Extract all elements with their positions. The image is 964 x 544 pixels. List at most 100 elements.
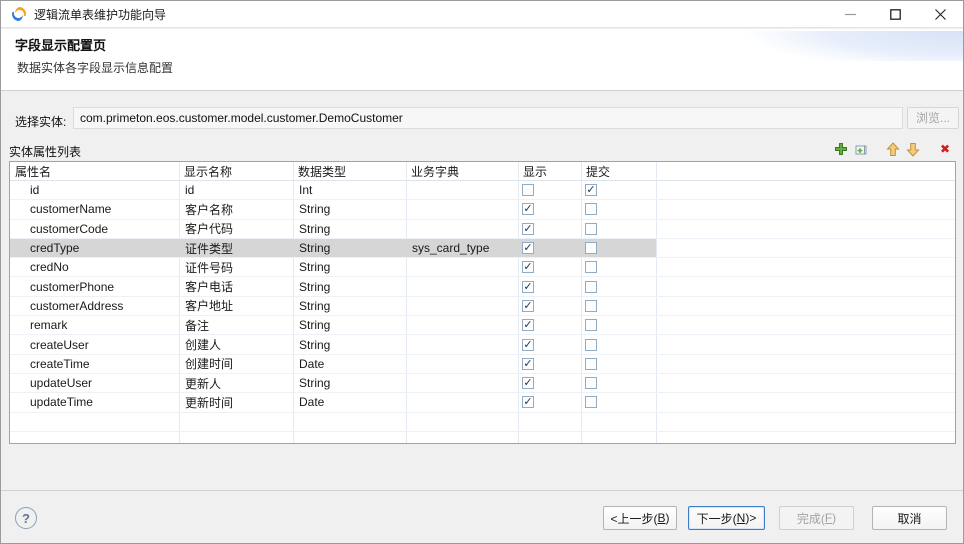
table-rows: ididIntcustomerName客户名称StringcustomerCod… xyxy=(10,181,955,432)
table-row[interactable]: createTime创建时间Date xyxy=(10,355,955,374)
show-checkbox[interactable] xyxy=(522,358,534,370)
show-checkbox[interactable] xyxy=(522,377,534,389)
dictionary-cell xyxy=(406,374,518,392)
window-controls xyxy=(828,1,963,28)
insert-row-button[interactable] xyxy=(853,141,869,157)
table-row[interactable]: credNo证件号码String xyxy=(10,258,955,277)
dictionary-cell xyxy=(406,297,518,315)
table-row[interactable]: customerName客户名称String xyxy=(10,200,955,219)
move-down-button[interactable] xyxy=(905,141,921,157)
table-row[interactable]: credType证件类型Stringsys_card_type xyxy=(10,239,955,258)
property-name-cell: createTime xyxy=(10,355,179,373)
show-checkbox[interactable] xyxy=(522,242,534,254)
column-header-submit[interactable]: 提交 xyxy=(581,162,656,180)
show-cell xyxy=(518,239,581,257)
data-type-cell: String xyxy=(293,277,406,295)
show-checkbox[interactable] xyxy=(522,203,534,215)
wizard-dialog: 逻辑流单表维护功能向导 字段显示配置页 数据实体各字段显示信息配置 选择实体: … xyxy=(0,0,964,544)
empty-row xyxy=(10,413,955,432)
dictionary-cell xyxy=(406,355,518,373)
show-checkbox[interactable] xyxy=(522,184,534,196)
delete-row-button[interactable]: ✖ xyxy=(937,141,953,157)
table-row[interactable]: updateTime更新时间Date xyxy=(10,393,955,412)
maximize-button[interactable] xyxy=(873,1,918,28)
show-checkbox[interactable] xyxy=(522,223,534,235)
submit-checkbox[interactable] xyxy=(585,358,597,370)
maximize-icon xyxy=(890,9,901,20)
show-cell xyxy=(518,374,581,392)
back-button[interactable]: <上一步(B) xyxy=(603,506,677,530)
submit-checkbox[interactable] xyxy=(585,396,597,408)
property-name-cell: credType xyxy=(10,239,179,257)
data-type-cell: String xyxy=(293,374,406,392)
show-checkbox[interactable] xyxy=(522,261,534,273)
dictionary-cell xyxy=(406,316,518,334)
column-header-data-type[interactable]: 数据类型 xyxy=(293,162,406,180)
next-button[interactable]: 下一步(N)> xyxy=(688,506,765,530)
next-label: 下一步( xyxy=(697,510,737,527)
show-cell xyxy=(518,355,581,373)
submit-checkbox[interactable] xyxy=(585,281,597,293)
column-header-filler xyxy=(656,162,955,180)
submit-checkbox[interactable] xyxy=(585,339,597,351)
dictionary-cell xyxy=(406,258,518,276)
submit-cell xyxy=(581,316,656,334)
move-down-icon xyxy=(906,142,920,157)
submit-cell xyxy=(581,258,656,276)
property-name-cell: updateTime xyxy=(10,393,179,411)
row-filler xyxy=(656,355,955,373)
data-type-cell: Date xyxy=(293,393,406,411)
cancel-button[interactable]: 取消 xyxy=(872,506,947,530)
close-button[interactable] xyxy=(918,1,963,28)
submit-checkbox[interactable] xyxy=(585,319,597,331)
table-row[interactable]: updateUser更新人String xyxy=(10,374,955,393)
table-row[interactable]: ididInt xyxy=(10,181,955,200)
submit-cell xyxy=(581,200,656,218)
show-cell xyxy=(518,181,581,199)
show-checkbox[interactable] xyxy=(522,339,534,351)
column-header-dictionary[interactable]: 业务字典 xyxy=(406,162,518,180)
table-row[interactable]: customerPhone客户电话String xyxy=(10,277,955,296)
submit-cell xyxy=(581,181,656,199)
show-cell xyxy=(518,220,581,238)
table-row[interactable]: customerCode客户代码String xyxy=(10,220,955,239)
table-row[interactable]: remark备注String xyxy=(10,316,955,335)
entity-input[interactable] xyxy=(73,107,903,129)
add-row-button[interactable] xyxy=(833,141,849,157)
browse-button[interactable]: 浏览... xyxy=(907,107,959,129)
submit-cell xyxy=(581,220,656,238)
move-up-button[interactable] xyxy=(885,141,901,157)
minimize-button[interactable] xyxy=(828,1,873,28)
back-label: <上一步( xyxy=(610,510,657,527)
column-header-property-name[interactable]: 属性名 xyxy=(10,162,179,180)
submit-checkbox[interactable] xyxy=(585,184,597,196)
submit-checkbox[interactable] xyxy=(585,242,597,254)
column-header-show[interactable]: 显示 xyxy=(518,162,581,180)
row-filler xyxy=(656,335,955,353)
back-label-end: ) xyxy=(666,511,670,525)
show-cell xyxy=(518,258,581,276)
column-header-display-name[interactable]: 显示名称 xyxy=(179,162,293,180)
show-checkbox[interactable] xyxy=(522,319,534,331)
show-checkbox[interactable] xyxy=(522,281,534,293)
banner-decoration xyxy=(733,31,963,61)
display-name-cell: 创建时间 xyxy=(179,355,293,373)
submit-checkbox[interactable] xyxy=(585,203,597,215)
property-name-cell: id xyxy=(10,181,179,199)
data-type-cell: String xyxy=(293,220,406,238)
submit-checkbox[interactable] xyxy=(585,377,597,389)
submit-checkbox[interactable] xyxy=(585,261,597,273)
table-row[interactable]: createUser创建人String xyxy=(10,335,955,354)
dictionary-cell xyxy=(406,335,518,353)
close-icon xyxy=(935,9,946,20)
property-list-caption: 实体属性列表 xyxy=(9,143,81,160)
show-checkbox[interactable] xyxy=(522,396,534,408)
help-button[interactable]: ? xyxy=(15,507,37,529)
table-row[interactable]: customerAddress客户地址String xyxy=(10,297,955,316)
dictionary-cell xyxy=(406,200,518,218)
submit-checkbox[interactable] xyxy=(585,223,597,235)
finish-mnemonic: F xyxy=(825,511,832,525)
show-checkbox[interactable] xyxy=(522,300,534,312)
show-cell xyxy=(518,316,581,334)
submit-checkbox[interactable] xyxy=(585,300,597,312)
